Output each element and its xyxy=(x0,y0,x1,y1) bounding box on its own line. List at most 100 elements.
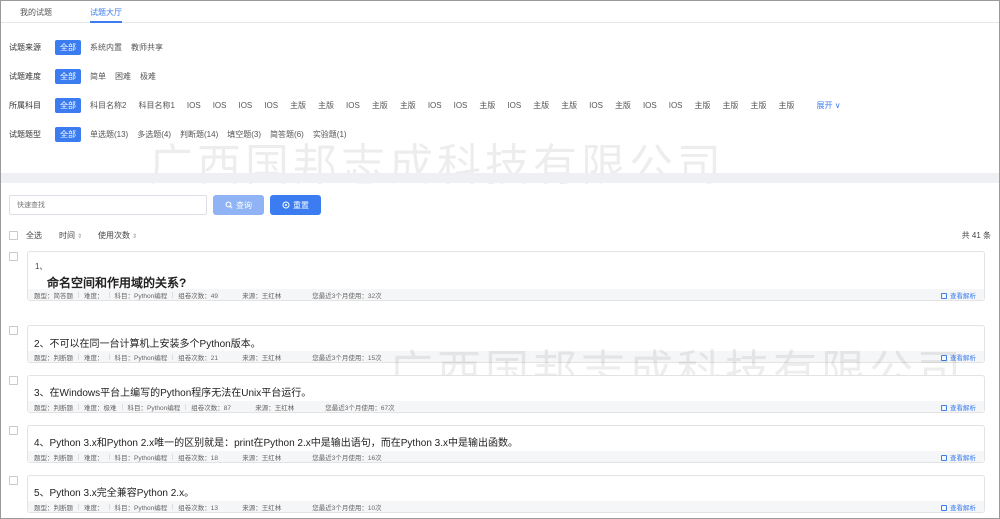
view-analysis-link[interactable]: 查看解析 xyxy=(941,502,976,512)
question-card[interactable]: 1、 命名空间和作用域的关系? 题型：简答题 难度： 科目：Python编程 组… xyxy=(27,251,985,301)
question-card[interactable]: 4、Python 3.x和Python 2.x唯一的区别就是：print在Pyt… xyxy=(27,425,985,463)
subject-option[interactable]: 主版 xyxy=(723,99,739,112)
subject-option[interactable]: IOS xyxy=(264,100,278,111)
view-analysis-link[interactable]: 查看解析 xyxy=(941,452,976,462)
subject-option[interactable]: 主版 xyxy=(400,99,416,112)
question-card[interactable]: 3、在Windows平台上编写的Python程序无法在Unix平台运行。 题型：… xyxy=(27,375,985,413)
subject-option[interactable]: IOS xyxy=(454,100,468,111)
meta-count: 组卷次数：13 xyxy=(178,504,218,512)
difficulty-option-very-hard[interactable]: 极难 xyxy=(140,70,156,83)
meta-divider xyxy=(172,453,174,460)
subject-option[interactable]: IOS xyxy=(187,100,201,111)
meta-source: 来源：王红林 xyxy=(242,292,282,300)
sort-usage-label: 使用次数 xyxy=(98,230,131,240)
subject-option[interactable]: 主版 xyxy=(533,99,549,112)
tab-question-hall[interactable]: 试题大厅 xyxy=(90,1,122,23)
meta-divider xyxy=(108,353,110,360)
subject-option[interactable]: 科目名称1 xyxy=(138,99,174,112)
document-icon xyxy=(941,354,947,361)
sort-by-usage[interactable]: 使用次数 ⇕ xyxy=(98,230,137,241)
question-checkbox[interactable] xyxy=(9,476,18,485)
subject-option[interactable]: 主版 xyxy=(615,99,631,112)
sort-by-time[interactable]: 时间 ⇕ xyxy=(59,230,82,241)
type-option-experiment[interactable]: 实验题(1) xyxy=(313,128,347,141)
chevron-down-icon: ∨ xyxy=(832,100,841,110)
expand-subjects-button[interactable]: 展开 ∨ xyxy=(817,100,841,111)
subject-option[interactable]: IOS xyxy=(643,100,657,111)
search-input[interactable] xyxy=(9,195,207,215)
subject-option[interactable]: 主版 xyxy=(372,99,388,112)
reset-button-label: 重置 xyxy=(293,200,309,210)
subject-option[interactable]: IOS xyxy=(507,100,521,111)
type-option-single[interactable]: 单选题(13) xyxy=(90,128,128,141)
difficulty-option-all[interactable]: 全部 xyxy=(55,68,81,84)
view-analysis-link[interactable]: 查看解析 xyxy=(941,352,976,362)
subject-option[interactable]: IOS xyxy=(346,100,360,111)
meta-difficulty: 难度：极难 xyxy=(84,404,117,412)
tab-bar: 我的试题 试题大厅 xyxy=(1,1,999,23)
filter-source-label: 试题来源 xyxy=(9,42,41,52)
view-analysis-link[interactable]: 查看解析 xyxy=(941,290,976,300)
type-option-short-answer[interactable]: 简答题(6) xyxy=(270,128,304,141)
sort-time-label: 时间 xyxy=(59,230,75,240)
view-analysis-link[interactable]: 查看解析 xyxy=(941,402,976,412)
meta-subject: 科目：Python编程 xyxy=(127,404,181,412)
subject-option[interactable]: IOS xyxy=(589,100,603,111)
meta-divider xyxy=(108,291,110,298)
type-option-multiple[interactable]: 多选题(4) xyxy=(137,128,171,141)
meta-subject: 科目：Python编程 xyxy=(114,504,168,512)
query-button[interactable]: 查询 xyxy=(213,195,264,215)
type-option-judge[interactable]: 判断题(14) xyxy=(180,128,218,141)
question-title: 3、在Windows平台上编写的Python程序无法在Unix平台运行。 xyxy=(34,388,312,399)
subject-option[interactable]: 主版 xyxy=(779,99,795,112)
difficulty-option-hard[interactable]: 困难 xyxy=(115,70,131,83)
subject-option[interactable]: 主版 xyxy=(318,99,334,112)
question-checkbox[interactable] xyxy=(9,426,18,435)
document-icon xyxy=(941,454,947,461)
question-meta: 题型：判断题 难度： 科目：Python编程 组卷次数：21 来源：王红林 您最… xyxy=(28,351,984,362)
meta-difficulty: 难度： xyxy=(84,504,104,512)
view-analysis-label: 查看解析 xyxy=(950,354,976,362)
subject-option[interactable]: IOS xyxy=(213,100,227,111)
search-icon xyxy=(225,201,233,209)
question-row: 4、Python 3.x和Python 2.x唯一的区别就是：print在Pyt… xyxy=(9,425,986,463)
question-checkbox[interactable] xyxy=(9,252,18,261)
meta-divider xyxy=(185,403,187,410)
meta-count: 组卷次数：49 xyxy=(178,292,218,300)
subject-option[interactable]: 主版 xyxy=(751,99,767,112)
filter-type: 试题题型 全部 单选题(13) 多选题(4) 判断题(14) 填空题(3) 简答… xyxy=(9,126,356,142)
subject-option[interactable]: IOS xyxy=(428,100,442,111)
source-option-system[interactable]: 系统内置 xyxy=(90,41,122,54)
source-option-all[interactable]: 全部 xyxy=(55,39,81,55)
question-row: 5、Python 3.x完全兼容Python 2.x。 题型：判断题 难度： 科… xyxy=(9,475,986,513)
subject-option[interactable]: 主版 xyxy=(290,99,306,112)
question-card[interactable]: 5、Python 3.x完全兼容Python 2.x。 题型：判断题 难度： 科… xyxy=(27,475,985,513)
sort-bar: 全选 时间 ⇕ 使用次数 ⇕ 共 41 条 xyxy=(9,229,991,241)
type-option-all[interactable]: 全部 xyxy=(55,126,81,142)
type-option-blank[interactable]: 填空题(3) xyxy=(227,128,261,141)
subject-option[interactable]: IOS xyxy=(669,100,683,111)
select-all-checkbox[interactable] xyxy=(9,230,18,240)
question-card[interactable]: 2、不可以在同一台计算机上安装多个Python版本。 题型：判断题 难度： 科目… xyxy=(27,325,985,363)
difficulty-option-easy[interactable]: 简单 xyxy=(90,70,106,83)
subject-option[interactable]: 主版 xyxy=(695,99,711,112)
subject-option-all[interactable]: 全部 xyxy=(55,97,81,113)
subject-option[interactable]: 主版 xyxy=(479,99,495,112)
meta-type: 题型：判断题 xyxy=(34,504,73,512)
subject-option[interactable]: 科目名称2 xyxy=(90,99,126,112)
subject-option[interactable]: 主版 xyxy=(561,99,577,112)
subject-option[interactable]: IOS xyxy=(238,100,252,111)
meta-subject: 科目：Python编程 xyxy=(114,454,168,462)
view-analysis-label: 查看解析 xyxy=(950,504,976,512)
question-meta: 题型：判断题 难度：极难 科目：Python编程 组卷次数：87 来源：王红林 … xyxy=(28,401,984,412)
source-option-teacher[interactable]: 教师共享 xyxy=(131,41,163,54)
reset-button[interactable]: 重置 xyxy=(270,195,321,215)
view-analysis-label: 查看解析 xyxy=(950,404,976,412)
question-number: 1、 xyxy=(35,262,48,271)
question-checkbox[interactable] xyxy=(9,326,18,335)
meta-divider xyxy=(78,291,79,298)
tab-my-questions[interactable]: 我的试题 xyxy=(20,1,52,23)
meta-source: 来源：王红林 xyxy=(242,504,282,512)
filter-source: 试题来源 全部 系统内置 教师共享 xyxy=(9,39,172,55)
question-checkbox[interactable] xyxy=(9,376,18,385)
